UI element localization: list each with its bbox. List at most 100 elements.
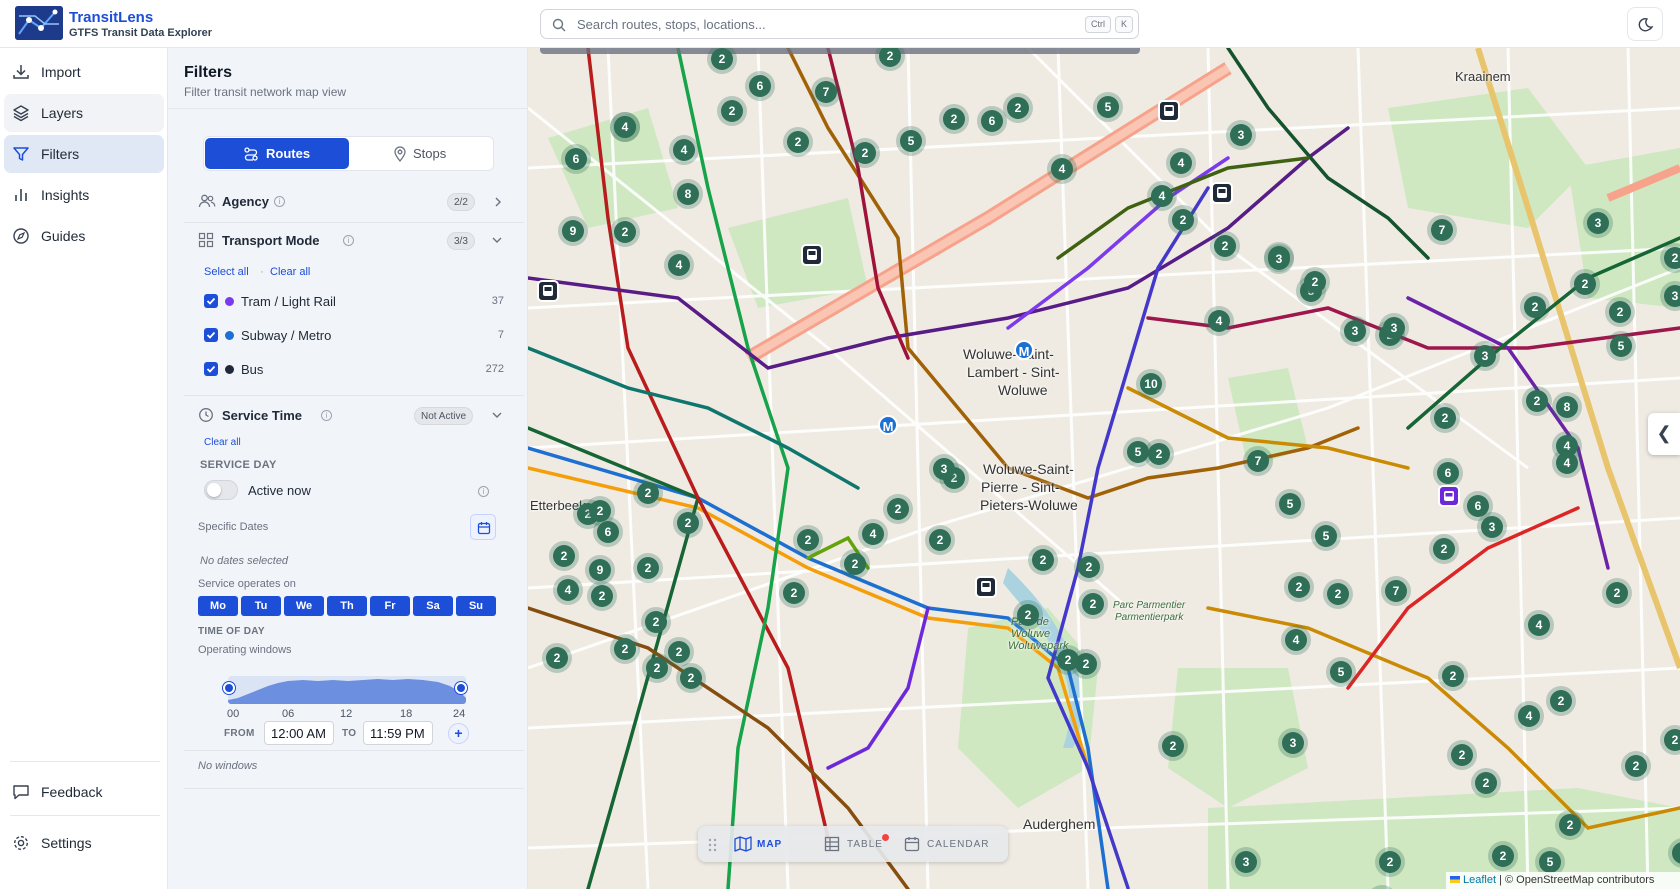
- stop-cluster-marker[interactable]: 5: [1123, 437, 1153, 467]
- metro-station-icon[interactable]: M: [1014, 340, 1034, 360]
- stop-cluster-marker[interactable]: 2: [1621, 751, 1651, 781]
- from-time-input[interactable]: [264, 721, 334, 745]
- tram-station-icon[interactable]: [1438, 485, 1460, 507]
- stop-cluster-marker[interactable]: 7: [811, 77, 841, 107]
- view-tab-calendar[interactable]: CALENDAR: [904, 826, 999, 862]
- stop-cluster-marker[interactable]: 9: [558, 216, 588, 246]
- stop-cluster-marker[interactable]: 2: [1323, 579, 1353, 609]
- day-toggle-sa[interactable]: Sa: [413, 596, 453, 616]
- sidebar-item-import[interactable]: Import: [4, 53, 164, 91]
- stop-cluster-marker[interactable]: 4: [1514, 701, 1544, 731]
- active-now-toggle[interactable]: [204, 480, 238, 500]
- to-time-input[interactable]: [363, 721, 433, 745]
- stop-cluster-marker[interactable]: 2: [1168, 205, 1198, 235]
- view-tab-table[interactable]: TABLE: [824, 826, 894, 862]
- day-toggle-tu[interactable]: Tu: [241, 596, 281, 616]
- stop-cluster-marker[interactable]: 2: [542, 643, 572, 673]
- stop-cluster-marker[interactable]: 4: [1147, 181, 1177, 211]
- stop-cluster-marker[interactable]: 2: [783, 127, 813, 157]
- stop-cluster-marker[interactable]: 2: [850, 138, 880, 168]
- stop-cluster-marker[interactable]: 2: [1013, 600, 1043, 630]
- stop-cluster-marker[interactable]: 5: [1311, 521, 1341, 551]
- service-histogram[interactable]: [228, 676, 466, 704]
- stop-cluster-marker[interactable]: 3: [1226, 120, 1256, 150]
- theme-toggle-button[interactable]: [1627, 7, 1663, 41]
- stop-cluster-marker[interactable]: 8: [1552, 392, 1582, 422]
- stop-cluster-marker[interactable]: 2: [1447, 740, 1477, 770]
- sidebar-item-filters[interactable]: Filters: [4, 135, 164, 173]
- stop-cluster-marker[interactable]: 3: [1470, 341, 1500, 371]
- stop-cluster-marker[interactable]: 2: [925, 525, 955, 555]
- day-toggle-su[interactable]: Su: [456, 596, 496, 616]
- stop-cluster-marker[interactable]: 2: [883, 494, 913, 524]
- stop-cluster-marker[interactable]: 2: [549, 541, 579, 571]
- day-toggle-mo[interactable]: Mo: [198, 596, 238, 616]
- stop-cluster-marker[interactable]: 2: [1546, 686, 1576, 716]
- bus-station-icon[interactable]: [1211, 182, 1233, 204]
- stop-cluster-marker[interactable]: 2: [1438, 661, 1468, 691]
- search-box[interactable]: Ctrl K: [540, 9, 1139, 39]
- stop-cluster-marker[interactable]: 4: [1047, 154, 1077, 184]
- stop-cluster-marker[interactable]: 2: [1429, 534, 1459, 564]
- stop-cluster-marker[interactable]: 2: [1602, 578, 1632, 608]
- stop-cluster-marker[interactable]: 2: [1210, 231, 1240, 261]
- settings-button[interactable]: Settings: [4, 824, 164, 862]
- stop-cluster-marker[interactable]: 4: [1552, 448, 1582, 478]
- stop-cluster-marker[interactable]: 5: [1275, 489, 1305, 519]
- stop-cluster-marker[interactable]: 6: [1433, 458, 1463, 488]
- range-start-handle[interactable]: [223, 682, 235, 694]
- stop-cluster-marker[interactable]: 5: [1093, 92, 1123, 122]
- stop-cluster-marker[interactable]: 4: [664, 250, 694, 280]
- stop-cluster-marker[interactable]: 7: [1243, 446, 1273, 476]
- sidebar-item-guides[interactable]: Guides: [4, 217, 164, 255]
- leaflet-link[interactable]: Leaflet: [1463, 874, 1496, 886]
- stop-cluster-marker[interactable]: 2: [633, 478, 663, 508]
- stop-cluster-marker[interactable]: 2: [673, 508, 703, 538]
- tab-routes[interactable]: Routes: [205, 138, 349, 169]
- feedback-button[interactable]: Feedback: [4, 773, 164, 811]
- bus-station-icon[interactable]: [537, 280, 559, 302]
- clear-all-link[interactable]: Clear all: [270, 266, 310, 278]
- add-window-button[interactable]: +: [448, 723, 469, 744]
- view-tab-map[interactable]: MAP: [734, 826, 794, 862]
- sidebar-item-layers[interactable]: Layers: [4, 94, 164, 132]
- info-icon[interactable]: i: [478, 486, 489, 497]
- stop-cluster-marker[interactable]: 2: [1375, 847, 1405, 877]
- stop-cluster-marker[interactable]: 2: [633, 553, 663, 583]
- stop-cluster-marker[interactable]: 4: [610, 112, 640, 142]
- stop-cluster-marker[interactable]: 3: [1340, 316, 1370, 346]
- search-input[interactable]: [577, 15, 1017, 33]
- info-icon[interactable]: i: [274, 196, 285, 207]
- stop-cluster-marker[interactable]: 5: [1326, 657, 1356, 687]
- stop-cluster-marker[interactable]: 4: [1166, 148, 1196, 178]
- stop-cluster-marker[interactable]: 7: [1381, 576, 1411, 606]
- stop-cluster-marker[interactable]: 2: [1028, 545, 1058, 575]
- stop-cluster-marker[interactable]: 2: [1570, 269, 1600, 299]
- bus-station-icon[interactable]: [975, 576, 997, 598]
- day-toggle-th[interactable]: Th: [327, 596, 367, 616]
- subway-checkbox[interactable]: [204, 328, 218, 342]
- stop-cluster-marker[interactable]: 2: [1471, 768, 1501, 798]
- stop-cluster-marker[interactable]: 10: [1136, 369, 1166, 399]
- info-icon[interactable]: i: [321, 410, 332, 421]
- stop-cluster-marker[interactable]: 4: [553, 575, 583, 605]
- stop-cluster-marker[interactable]: 3: [1231, 847, 1261, 877]
- stop-cluster-marker[interactable]: 2: [641, 607, 671, 637]
- stop-cluster-marker[interactable]: 2: [1300, 267, 1330, 297]
- metro-station-icon[interactable]: M: [878, 415, 898, 435]
- stop-cluster-marker[interactable]: 4: [669, 135, 699, 165]
- mode-row-bus[interactable]: Bus 272: [204, 360, 504, 380]
- stop-cluster-marker[interactable]: 2: [840, 549, 870, 579]
- stop-cluster-marker[interactable]: 2: [1078, 589, 1108, 619]
- stop-cluster-marker[interactable]: 3: [1278, 728, 1308, 758]
- stop-cluster-marker[interactable]: 2: [1053, 645, 1083, 675]
- stop-cluster-marker[interactable]: 4: [1281, 625, 1311, 655]
- bus-checkbox[interactable]: [204, 362, 218, 376]
- range-end-handle[interactable]: [455, 682, 467, 694]
- stop-cluster-marker[interactable]: 2: [1522, 386, 1552, 416]
- stop-cluster-marker[interactable]: 4: [858, 519, 888, 549]
- transit-map[interactable]: Woluwe-Saint- Lambert - Sint- Woluwe Wol…: [528, 48, 1680, 889]
- date-picker-button[interactable]: [470, 514, 496, 540]
- sidebar-item-insights[interactable]: Insights: [4, 176, 164, 214]
- stop-cluster-marker[interactable]: 6: [561, 144, 591, 174]
